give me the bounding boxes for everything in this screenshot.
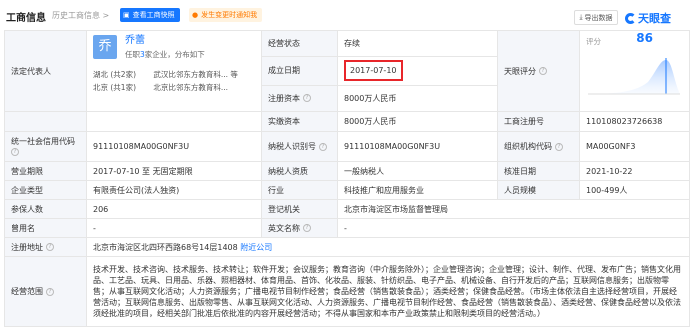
type-label: 企业类型	[4, 180, 87, 200]
tianyancha-logo: 天眼查	[625, 10, 671, 26]
view-snapshot-button[interactable]: ▣ 查看工商快照	[120, 8, 180, 22]
tianyan-score-cell: 评分 86	[579, 30, 690, 112]
taxpayer-qual-value: 一般纳税人	[337, 161, 498, 181]
taxpayer-id-label: 纳税人识别号?	[261, 131, 338, 162]
industry-label: 行业	[261, 180, 338, 200]
scope-label: 经营范围?	[4, 256, 87, 327]
change-alert-button[interactable]: ● 发生变更时通知我	[189, 8, 263, 22]
industry-value: 科技推广和应用服务业	[337, 180, 498, 200]
insured-label: 参保人数	[4, 199, 87, 219]
section-title: 工商信息	[6, 13, 46, 24]
export-button[interactable]: ⤓ 导出数据	[574, 10, 618, 25]
tianyan-score-label: 天眼评分?	[497, 30, 580, 112]
help-icon[interactable]: ?	[303, 224, 311, 232]
legal-rep-cell: 乔 乔蕾 任职3家企业，分布如下 湖北 (共2家) 武汉比邻东方教育科... 等…	[86, 30, 262, 112]
change-alert-label: 发生变更时通知我	[201, 11, 258, 19]
download-icon: ⤓	[579, 13, 583, 21]
reg-no-label: 工商注册号	[497, 111, 580, 132]
status-value: 存续	[337, 29, 498, 58]
address-value: 北京市海淀区北四环西路68号14层1408	[93, 242, 238, 252]
score-value: 86	[636, 31, 653, 45]
related-company-link[interactable]: 北京比邻东方教育科...	[153, 83, 228, 92]
status-label: 经营状态	[261, 29, 338, 58]
approve-date-label: 核准日期	[497, 161, 580, 181]
business-info-table: 法定代表人 乔 乔蕾 任职3家企业，分布如下 湖北 (共2家) 武汉比邻东方教育…	[4, 29, 690, 327]
type-value: 有限责任公司(法人独资)	[86, 180, 262, 200]
former-name-label: 曾用名	[4, 218, 87, 238]
bell-icon: ●	[192, 11, 199, 19]
scope-value: 技术开发、技术咨询、技术服务、技术转让；软件开发；会议服务；教育咨询（中介服务除…	[86, 256, 690, 327]
help-icon[interactable]: ?	[46, 287, 54, 296]
help-icon[interactable]: ?	[46, 243, 54, 251]
reg-no-value: 110108023726638	[579, 111, 690, 132]
legal-rep-region-row: 湖北 (共2家) 武汉比邻东方教育科... 等	[93, 70, 238, 79]
english-name-value: -	[337, 218, 690, 238]
authority-value: 北京市海淀区市场监督管理局	[337, 199, 690, 219]
legal-rep-label-spacer	[4, 111, 87, 132]
avatar: 乔	[93, 35, 117, 59]
nearby-companies-link[interactable]: 附近公司	[240, 243, 272, 252]
section-header: 工商信息 历史工商信息 > ▣ 查看工商快照 ● 发生变更时通知我 ⤓ 导出数据…	[0, 0, 692, 30]
related-company-link[interactable]: 武汉比邻东方教育科... 等	[153, 70, 238, 79]
authority-label: 登记机关	[261, 199, 338, 219]
credit-code-label: 统一社会信用代码?	[4, 131, 87, 162]
term-value: 2017-07-10 至 无固定期限	[86, 161, 262, 181]
history-link[interactable]: 历史工商信息 >	[52, 10, 109, 21]
est-date-label: 成立日期	[261, 56, 338, 86]
score-caption: 评分	[586, 37, 601, 46]
legal-rep-spacer	[86, 111, 262, 132]
est-date-value: 2017-07-10	[344, 60, 403, 82]
org-code-label: 组织机构代码?	[497, 131, 580, 162]
view-snapshot-label: 查看工商快照	[132, 11, 175, 19]
staff-label: 人员规模	[497, 180, 580, 200]
legal-rep-summary: 任职3家企业，分布如下	[125, 50, 205, 59]
reg-capital-label: 注册资本?	[261, 84, 338, 113]
english-name-label: 英文名称?	[261, 218, 338, 238]
paid-capital-value: 8000万人民币	[337, 111, 498, 132]
credit-code-value: 91110108MA00G0NF3U	[86, 131, 262, 162]
taxpayer-qual-label: 纳税人资质	[261, 161, 338, 181]
reg-capital-value: 8000万人民币	[337, 84, 498, 113]
org-code-value: MA00G0NF3	[579, 131, 690, 162]
legal-rep-name[interactable]: 乔蕾	[125, 35, 145, 46]
former-name-value: -	[86, 218, 262, 238]
export-label: 导出数据	[584, 13, 613, 22]
logo-text: 天眼查	[638, 12, 671, 25]
address-label: 注册地址?	[4, 237, 87, 257]
score-distribution-chart	[588, 58, 680, 95]
help-icon[interactable]: ?	[539, 67, 547, 75]
help-icon[interactable]: ?	[555, 142, 563, 151]
legal-rep-region-row: 北京 (共1家) 北京比邻东方教育科...	[93, 83, 229, 92]
est-date-cell: 2017-07-10	[337, 56, 498, 86]
taxpayer-id-value: 91110108MA00G0NF3U	[337, 131, 498, 162]
legal-rep-label: 法定代表人	[4, 30, 87, 112]
insured-value: 206	[86, 199, 262, 219]
address-cell: 北京市海淀区北四环西路68号14层1408 附近公司	[86, 237, 690, 257]
term-label: 营业期限	[4, 161, 87, 181]
paid-capital-label: 实缴资本	[261, 111, 338, 132]
logo-icon	[625, 12, 636, 24]
camera-icon: ▣	[123, 11, 130, 19]
staff-value: 100-499人	[579, 180, 690, 200]
help-icon[interactable]: ?	[11, 148, 19, 156]
help-icon[interactable]: ?	[303, 94, 311, 103]
approve-date-value: 2021-10-22	[579, 161, 690, 181]
help-icon[interactable]: ?	[319, 142, 327, 151]
